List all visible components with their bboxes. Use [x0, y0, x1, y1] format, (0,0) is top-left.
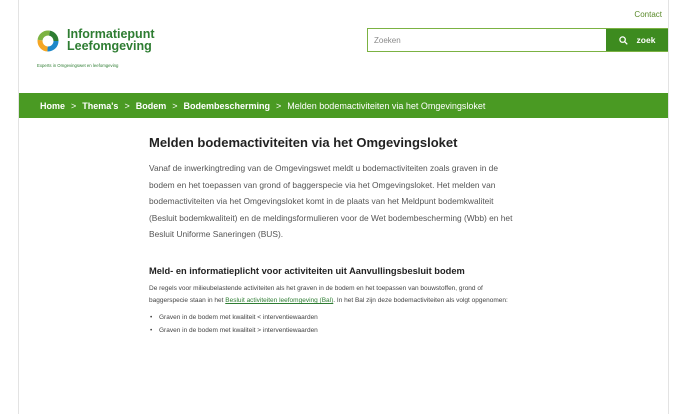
breadcrumb-separator-icon: > [276, 100, 282, 111]
breadcrumb-separator-icon: > [71, 100, 77, 111]
section-text-after: . In het Bal zijn deze bodemactiviteiten… [333, 297, 508, 304]
site-logo[interactable]: Informatiepunt Leefomgeving Experts in O… [37, 26, 177, 72]
logo-line2: Leefomgeving [67, 39, 152, 53]
list-item-text: Graven in de bodem met kwaliteit > inter… [159, 326, 318, 334]
section-heading: Meld- en informatieplicht voor activitei… [149, 265, 465, 276]
search-icon [618, 35, 628, 45]
logo-mark-icon [37, 30, 59, 52]
bodemactiviteiten-list: • Graven in de bodem met kwaliteit < inte… [149, 311, 514, 337]
main-content: Melden bodemactiviteiten via het Omgevin… [149, 135, 514, 337]
logo-name: Informatiepunt Leefomgeving [67, 28, 155, 53]
list-item-text: Graven in de bodem met kwaliteit < inter… [159, 313, 318, 321]
search-input[interactable] [368, 29, 606, 51]
breadcrumb-current: Melden bodemactiviteiten via het Omgevin… [287, 100, 486, 111]
logo-tagline: Experts in Omgevingswet en leefomgeving [37, 63, 119, 68]
list-item: • Graven in de bodem met kwaliteit > inte… [149, 324, 514, 337]
page-frame: Contact Informatiepunt Leefomgeving Expe… [18, 0, 669, 414]
bullet-icon: • [150, 313, 153, 321]
search-button[interactable]: zoek [606, 29, 668, 51]
bullet-icon: • [150, 326, 153, 334]
bal-link[interactable]: Besluit activiteiten leefomgeving (Bal) [225, 297, 333, 304]
breadcrumb: Home > Thema's > Bodem > Bodembeschermin… [19, 93, 668, 118]
search-button-label: zoek [636, 35, 656, 45]
breadcrumb-home[interactable]: Home [40, 101, 65, 111]
search-bar: zoek [367, 28, 668, 52]
breadcrumb-separator-icon: > [172, 100, 178, 111]
contact-link[interactable]: Contact [634, 10, 662, 19]
breadcrumb-separator-icon: > [124, 100, 130, 111]
breadcrumb-bodem[interactable]: Bodem [136, 101, 167, 111]
intro-paragraph: Vanaf de inwerkingtreding van de Omgevin… [149, 163, 513, 239]
breadcrumb-bodembescherming[interactable]: Bodembescherming [183, 101, 270, 111]
page-title: Melden bodemactiviteiten via het Omgevin… [149, 135, 458, 150]
breadcrumb-themas[interactable]: Thema's [82, 101, 118, 111]
section-paragraph: De regels voor milieubelastende activite… [149, 283, 514, 308]
list-item: • Graven in de bodem met kwaliteit < inte… [149, 311, 514, 324]
